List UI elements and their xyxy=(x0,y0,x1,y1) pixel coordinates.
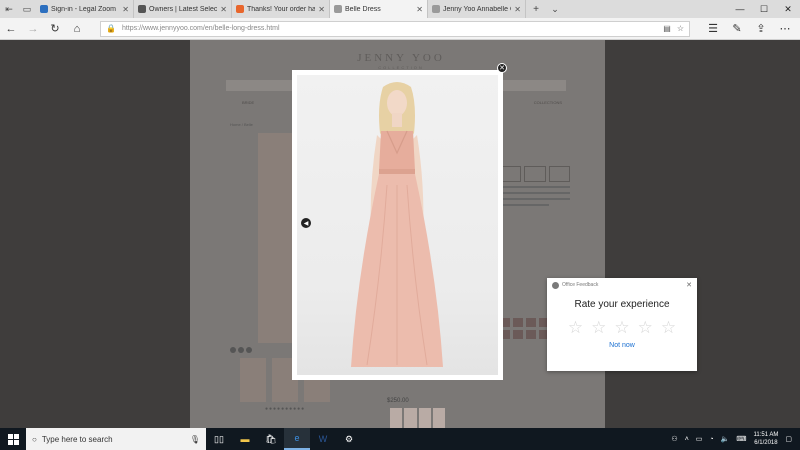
store-icon[interactable]: 🛍 xyxy=(258,428,284,450)
breadcrumb[interactable]: Home / Belle xyxy=(230,122,253,127)
task-view-icon[interactable]: ▯▯ xyxy=(206,428,232,450)
reading-view-icon[interactable]: ▤ xyxy=(663,24,671,33)
edge-icon[interactable]: e xyxy=(284,428,310,450)
file-explorer-icon[interactable]: ▬ xyxy=(232,428,258,450)
maximize-icon[interactable]: ☐ xyxy=(752,0,776,18)
clock-date: 6/1/2018 xyxy=(754,440,778,446)
browser-tab[interactable]: Belle Dress ✕ xyxy=(330,0,428,18)
windows-start-icon[interactable] xyxy=(0,428,26,450)
new-tab-button[interactable]: + xyxy=(526,4,546,15)
popup-title: Rate your experience xyxy=(574,299,670,310)
tab-bar: ⇤ ▭ Sign-in - Legal Zoom ✕ Owners | Latest… xyxy=(0,0,800,18)
share-icon[interactable]: ⇪ xyxy=(750,18,772,40)
color-swatches xyxy=(500,318,550,339)
popup-source: Office Feedback xyxy=(562,282,599,288)
color-swatch-row xyxy=(390,408,445,428)
star-icon[interactable]: ☆ xyxy=(638,319,653,336)
tab-close-icon[interactable]: ✕ xyxy=(416,5,423,14)
tab-title: Sign-in - Legal Zoom xyxy=(51,5,116,13)
tab-close-icon[interactable]: ✕ xyxy=(318,5,325,14)
star-icon[interactable]: ☆ xyxy=(661,319,676,336)
site-menu-item[interactable]: COLLECTIONS xyxy=(534,100,562,109)
site-menu-item[interactable]: BRIDE xyxy=(242,100,254,109)
battery-icon[interactable]: ▭ xyxy=(696,435,703,443)
tab-close-icon[interactable]: ✕ xyxy=(220,5,227,14)
star-icon[interactable]: ☆ xyxy=(591,319,606,336)
favorites-hub-icon[interactable]: ☰ xyxy=(702,18,724,40)
site-logo[interactable]: JENNY YOO xyxy=(356,52,446,64)
microphone-icon[interactable]: 🎙 xyxy=(190,435,200,444)
product-price: $250.00 xyxy=(387,398,409,404)
chevron-up-icon[interactable]: ˄ xyxy=(685,436,689,443)
not-now-link[interactable]: Not now xyxy=(547,342,697,349)
clock-time: 11:51 AM xyxy=(753,432,779,438)
image-lightbox xyxy=(292,70,503,380)
refresh-icon[interactable]: ↻ xyxy=(44,18,66,40)
word-icon[interactable]: W xyxy=(310,428,336,450)
tab-title: Jenny Yoo Annabelle Convertible xyxy=(443,5,511,13)
tab-list-icon[interactable]: ⌄ xyxy=(546,0,564,18)
browser-tab[interactable]: Sign-in - Legal Zoom ✕ xyxy=(36,0,134,18)
product-image-background xyxy=(258,133,294,343)
page-viewport: JENNY YOO COLLECTION BRIDEBRIDESMAIDSBRI… xyxy=(0,40,800,428)
taskbar: ○ Type here to search 🎙 ▯▯ ▬ 🛍 e W ⚙ ⚇ ˄… xyxy=(0,428,800,450)
star-rating: ☆ ☆ ☆ ☆ ☆ xyxy=(547,319,697,336)
tab-favicon-icon xyxy=(236,5,244,13)
popup-header: Office Feedback ✕ xyxy=(547,278,697,292)
tab-favicon-icon xyxy=(138,5,146,13)
close-window-icon[interactable]: ✕ xyxy=(776,0,800,18)
chevron-left-icon[interactable]: ◀ xyxy=(301,218,311,228)
forward-icon[interactable]: → xyxy=(22,18,44,40)
favorite-star-icon[interactable]: ☆ xyxy=(677,24,684,33)
lightbox-close-icon[interactable]: ✕ xyxy=(497,63,507,73)
search-placeholder: Type here to search xyxy=(41,434,113,444)
browser-tab[interactable]: Thanks! Your order has been✕ xyxy=(232,0,330,18)
model-illustration xyxy=(351,82,443,367)
star-icon[interactable]: ☆ xyxy=(568,319,583,336)
tab-title: Belle Dress xyxy=(345,5,381,13)
navigation-bar: ← → ↻ ⌂ 🔒 https://www.jennyyoo.com/en/be… xyxy=(0,18,800,40)
minimize-icon[interactable]: — xyxy=(728,0,752,18)
tabs-aside-icon[interactable]: ▭ xyxy=(18,0,36,18)
search-icon: ○ xyxy=(32,434,37,444)
rate-experience-popup: Office Feedback ✕ Rate your experience ☆… xyxy=(547,278,697,371)
tab-close-icon[interactable]: ✕ xyxy=(514,5,521,14)
browser-tab[interactable]: Owners | Latest Selected Jr✕ xyxy=(134,0,232,18)
tab-close-icon[interactable]: ✕ xyxy=(122,5,129,14)
feedback-logo-icon xyxy=(552,281,559,289)
lock-icon: 🔒 xyxy=(106,24,116,33)
browser-tab[interactable]: Jenny Yoo Annabelle Convertible✕ xyxy=(428,0,526,18)
product-description xyxy=(500,186,570,210)
tab-favicon-icon xyxy=(40,5,48,13)
carousel-dots: ●●●●●●●●●● xyxy=(265,406,306,412)
taskbar-search-box[interactable]: ○ Type here to search 🎙 xyxy=(26,428,206,450)
keyboard-icon[interactable]: ⌨ xyxy=(736,435,746,443)
tab-favicon-icon xyxy=(432,5,440,13)
url-text[interactable]: https://www.jennyyoo.com/en/belle-long-d… xyxy=(122,25,657,32)
popup-close-icon[interactable]: ✕ xyxy=(686,281,692,289)
dress-photo xyxy=(297,75,498,375)
tab-title: Owners | Latest Selected Jr xyxy=(149,5,218,13)
address-bar[interactable]: 🔒 https://www.jennyyoo.com/en/belle-long… xyxy=(100,20,690,37)
back-icon[interactable]: ← xyxy=(0,18,22,40)
system-clock[interactable]: 11:51 AM 6/1/2018 xyxy=(753,431,778,447)
action-center-icon[interactable]: ▢ xyxy=(785,435,792,443)
size-options xyxy=(500,166,570,182)
notes-icon[interactable]: ✎ xyxy=(726,18,748,40)
more-icon[interactable]: ⋯ xyxy=(774,18,796,40)
tab-favicon-icon xyxy=(334,5,342,13)
set-aside-tabs-icon[interactable]: ⇤ xyxy=(0,0,18,18)
network-icon[interactable]: ◔ xyxy=(709,436,713,443)
tab-title: Thanks! Your order has been xyxy=(247,5,315,13)
volume-icon[interactable]: 🔈 xyxy=(721,435,730,443)
people-icon[interactable]: ⚇ xyxy=(671,435,677,443)
star-icon[interactable]: ☆ xyxy=(614,319,629,336)
settings-icon[interactable]: ⚙ xyxy=(336,428,362,450)
social-share-icons xyxy=(230,347,252,353)
home-icon[interactable]: ⌂ xyxy=(66,18,88,40)
